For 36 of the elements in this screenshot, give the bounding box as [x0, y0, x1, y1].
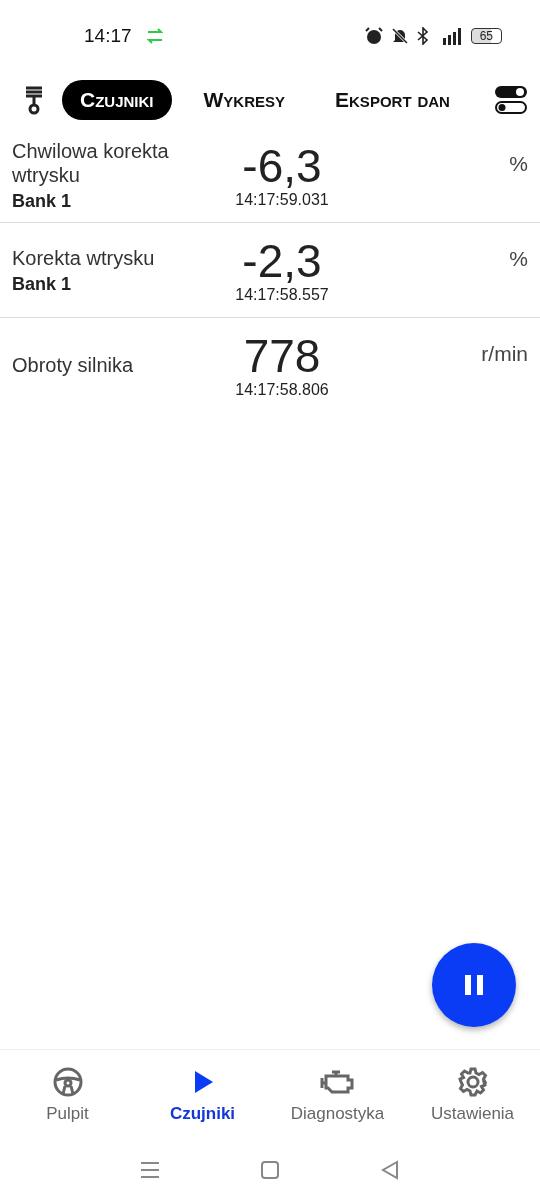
- steering-wheel-icon: [51, 1066, 84, 1098]
- back-icon[interactable]: [380, 1160, 400, 1180]
- nav-item[interactable]: Diagnostyka: [270, 1050, 405, 1140]
- sensor-name: Korekta wtrysku: [12, 245, 156, 270]
- settings-icon: [456, 1066, 489, 1098]
- sensor-timestamp: 14:17:58.557: [235, 286, 329, 304]
- muted-bell-icon: [390, 27, 409, 45]
- sensor-bank: Bank 1: [12, 273, 73, 295]
- pause-button[interactable]: [432, 943, 516, 1027]
- sensor-timestamp: 14:17:59.031: [235, 191, 329, 209]
- alarm-icon: [364, 27, 383, 45]
- tab[interactable]: Wykresy: [185, 80, 304, 120]
- nav-item[interactable]: Ustawienia: [405, 1050, 540, 1140]
- sensor-name: Chwilowa korekta wtrysku: [12, 138, 170, 187]
- sensor-bank: Bank 1: [12, 190, 73, 212]
- status-time: 14:17: [84, 25, 132, 47]
- sensor-unit: %: [509, 152, 528, 176]
- tab[interactable]: Eksport dan: [317, 80, 468, 120]
- toggle-switches-icon[interactable]: [494, 85, 528, 115]
- nav-item[interactable]: Czujniki: [135, 1050, 270, 1140]
- sensor-value: -2,3: [242, 236, 322, 286]
- piston-icon[interactable]: [24, 85, 44, 115]
- sensor-timestamp: 14:17:58.806: [235, 381, 329, 399]
- sensor-value: 778: [243, 331, 321, 381]
- tab[interactable]: Czujniki: [62, 80, 172, 120]
- home-icon[interactable]: [260, 1160, 280, 1180]
- sensor-value: -6,3: [242, 141, 322, 191]
- nav-item[interactable]: Pulpit: [0, 1050, 135, 1140]
- bluetooth-icon: [416, 27, 429, 45]
- sensor-unit: r/min: [481, 342, 528, 366]
- battery-indicator: 65: [470, 28, 502, 44]
- pause-icon: [463, 973, 485, 997]
- sensor-name: Obroty silnika: [12, 353, 135, 377]
- data-transfer-icon: [145, 27, 164, 45]
- sensor-unit: %: [509, 247, 528, 271]
- menu-icon[interactable]: [140, 1161, 160, 1179]
